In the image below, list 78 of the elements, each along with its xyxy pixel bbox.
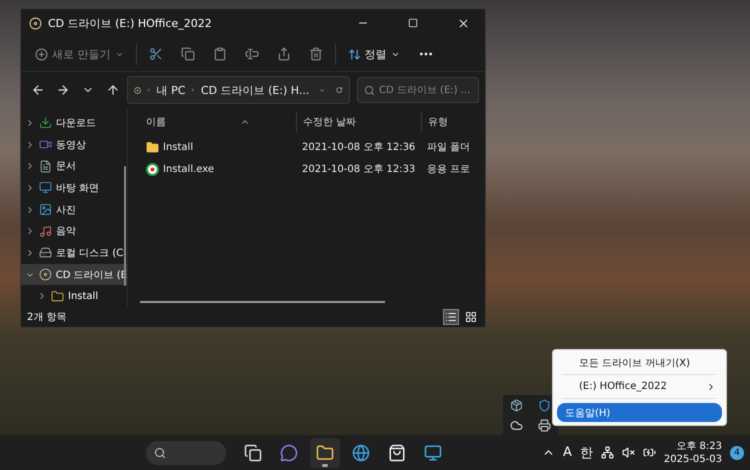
download-icon (39, 116, 52, 130)
volume-muted-icon[interactable] (622, 446, 635, 459)
music-icon (39, 224, 52, 238)
sidebar-item[interactable]: 사진 (21, 198, 127, 220)
new-button[interactable]: 새로 만들기 (29, 41, 130, 67)
shield-icon[interactable] (538, 398, 551, 412)
notification-count[interactable]: 4 (730, 446, 744, 460)
sidebar-item[interactable]: 동영상 (21, 134, 127, 156)
search-icon (364, 84, 375, 96)
forward-arrow-icon[interactable] (56, 83, 70, 97)
maximize-icon[interactable] (408, 18, 418, 28)
chat-icon (280, 444, 298, 462)
modified-date: 2021-10-08 오후 12:33 (302, 163, 416, 176)
folder-icon (146, 140, 159, 154)
menu-item[interactable]: (E:) HOffice_2022 (557, 377, 722, 396)
store-icon (388, 444, 406, 462)
cloud-icon[interactable] (510, 418, 524, 432)
file-type: 응용 프로 (427, 163, 470, 176)
search-field[interactable] (146, 440, 226, 464)
drive-icon (39, 246, 52, 260)
breadcrumb[interactable]: 내 PC (156, 82, 186, 98)
sidebar-item[interactable]: 음악 (21, 220, 127, 242)
plus-icon[interactable] (35, 48, 48, 60)
picture-icon (39, 203, 52, 216)
printer-icon[interactable] (538, 418, 551, 432)
back-arrow-icon[interactable] (31, 83, 45, 97)
installer-icon (146, 162, 159, 176)
search-icon (154, 446, 166, 458)
sidebar-item[interactable]: 다운로드 (21, 112, 127, 134)
search-box[interactable]: CD 드라이브 (E:) ... (357, 77, 479, 103)
sidebar-item[interactable]: Install (21, 285, 127, 308)
input-mode[interactable]: A (562, 445, 572, 460)
breadcrumb[interactable]: CD 드라이브 (E:) H... (200, 82, 310, 98)
copy-icon[interactable] (180, 47, 194, 61)
column-header[interactable]: 수정한 날짜 (303, 115, 356, 129)
menu-item[interactable]: 모든 드라이브 꺼내기(X) (557, 353, 722, 372)
sidebar-item[interactable]: 로컬 디스크 (C (21, 242, 127, 264)
file-name[interactable]: Install.exe (163, 164, 214, 174)
browser-icon (352, 444, 370, 462)
close-icon[interactable] (456, 16, 470, 30)
taskbar-app[interactable] (310, 438, 340, 468)
folder-icon (316, 444, 334, 462)
network-icon[interactable] (600, 446, 614, 459)
disc-icon (38, 268, 52, 282)
scrollbar[interactable] (124, 166, 126, 286)
file-name[interactable]: Install (163, 142, 194, 152)
share-icon[interactable] (276, 47, 290, 61)
menu-item[interactable]: 도움말(H) (557, 403, 722, 422)
address-bar[interactable]: 내 PC CD 드라이브 (E:) H... (127, 76, 350, 104)
item-count: 2개 항목 (27, 311, 68, 324)
windows-icon (244, 444, 262, 462)
document-icon (39, 160, 52, 173)
video-icon (39, 138, 52, 151)
column-header[interactable]: 이름 (146, 115, 166, 129)
column-header[interactable]: 유형 (428, 115, 448, 129)
clock[interactable]: 오후 8:23 2025-05-03 (664, 440, 722, 466)
refresh-icon[interactable] (336, 84, 343, 96)
modified-date: 2021-10-08 오후 12:36 (302, 141, 416, 154)
folder-icon (51, 290, 64, 303)
scissors-icon[interactable] (148, 47, 162, 61)
sort-button[interactable]: 정렬 (342, 41, 406, 67)
scrollbar[interactable] (140, 301, 385, 303)
file-type: 파일 폴더 (427, 141, 470, 154)
clipboard-icon[interactable] (212, 47, 226, 61)
monitor-icon (424, 444, 442, 462)
active-indicator (322, 464, 328, 466)
trash-icon[interactable] (308, 47, 322, 61)
battery-icon[interactable] (642, 446, 656, 459)
sidebar-item[interactable]: 문서 (21, 155, 127, 178)
box-icon[interactable] (510, 398, 524, 412)
monitor-icon (39, 181, 52, 194)
search-field[interactable]: CD 드라이브 (E:) ... (379, 84, 472, 96)
sort-arrows-icon[interactable] (348, 48, 360, 60)
sidebar-item[interactable]: 바탕 화면 (21, 177, 127, 199)
disc-icon (29, 16, 42, 30)
window-title: CD 드라이브 (E:) HOffice_2022 (48, 16, 213, 30)
rename-icon[interactable] (244, 47, 258, 61)
ime-mode[interactable]: 한 (580, 444, 593, 462)
